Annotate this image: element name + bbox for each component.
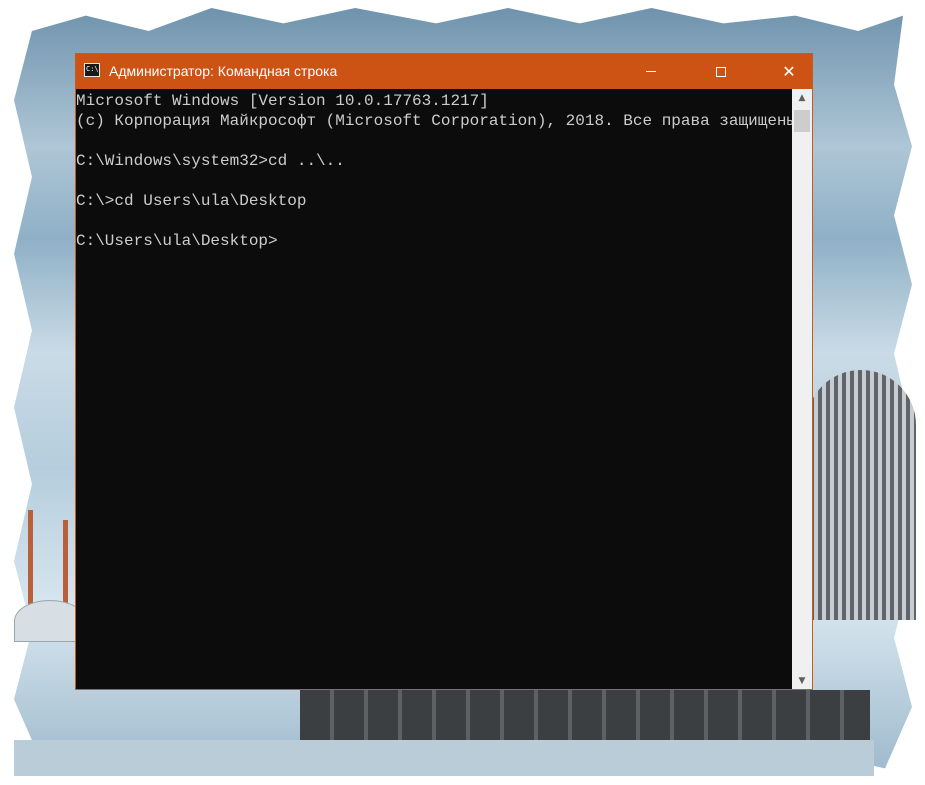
scrollbar-thumb[interactable] xyxy=(794,110,810,132)
cmd-app-icon[interactable]: C:\. xyxy=(84,63,100,77)
command-prompt-window[interactable]: C:\. Администратор: Командная строка ✕ M… xyxy=(75,53,813,690)
maximize-icon xyxy=(716,66,726,77)
minimize-icon xyxy=(646,71,656,72)
console-line: Microsoft Windows [Version 10.0.17763.12… xyxy=(76,92,489,110)
console-line: C:\>cd Users\ula\Desktop xyxy=(76,192,307,210)
vertical-scrollbar[interactable]: ▲ ▼ xyxy=(792,89,812,689)
close-icon: ✕ xyxy=(782,62,796,81)
minimize-button[interactable] xyxy=(628,54,674,89)
maximize-button[interactable] xyxy=(698,54,744,89)
quay-structure xyxy=(300,690,870,740)
river-water xyxy=(14,740,874,776)
title-bar[interactable]: C:\. Администратор: Командная строка ✕ xyxy=(76,54,812,89)
barrier-arch-structure xyxy=(806,370,916,620)
close-button[interactable]: ✕ xyxy=(766,54,812,89)
console-line: (c) Корпорация Майкрософт (Microsoft Cor… xyxy=(76,112,792,130)
window-title: Администратор: Командная строка xyxy=(109,63,338,79)
console-line: C:\Windows\system32>cd ..\.. xyxy=(76,152,345,170)
console-output[interactable]: Microsoft Windows [Version 10.0.17763.12… xyxy=(76,89,792,689)
cmd-icon-label: C:\. xyxy=(86,65,99,73)
scroll-down-icon[interactable]: ▼ xyxy=(792,672,812,689)
console-prompt-line[interactable]: C:\Users\ula\Desktop> xyxy=(76,231,278,251)
scroll-up-icon[interactable]: ▲ xyxy=(792,89,812,106)
